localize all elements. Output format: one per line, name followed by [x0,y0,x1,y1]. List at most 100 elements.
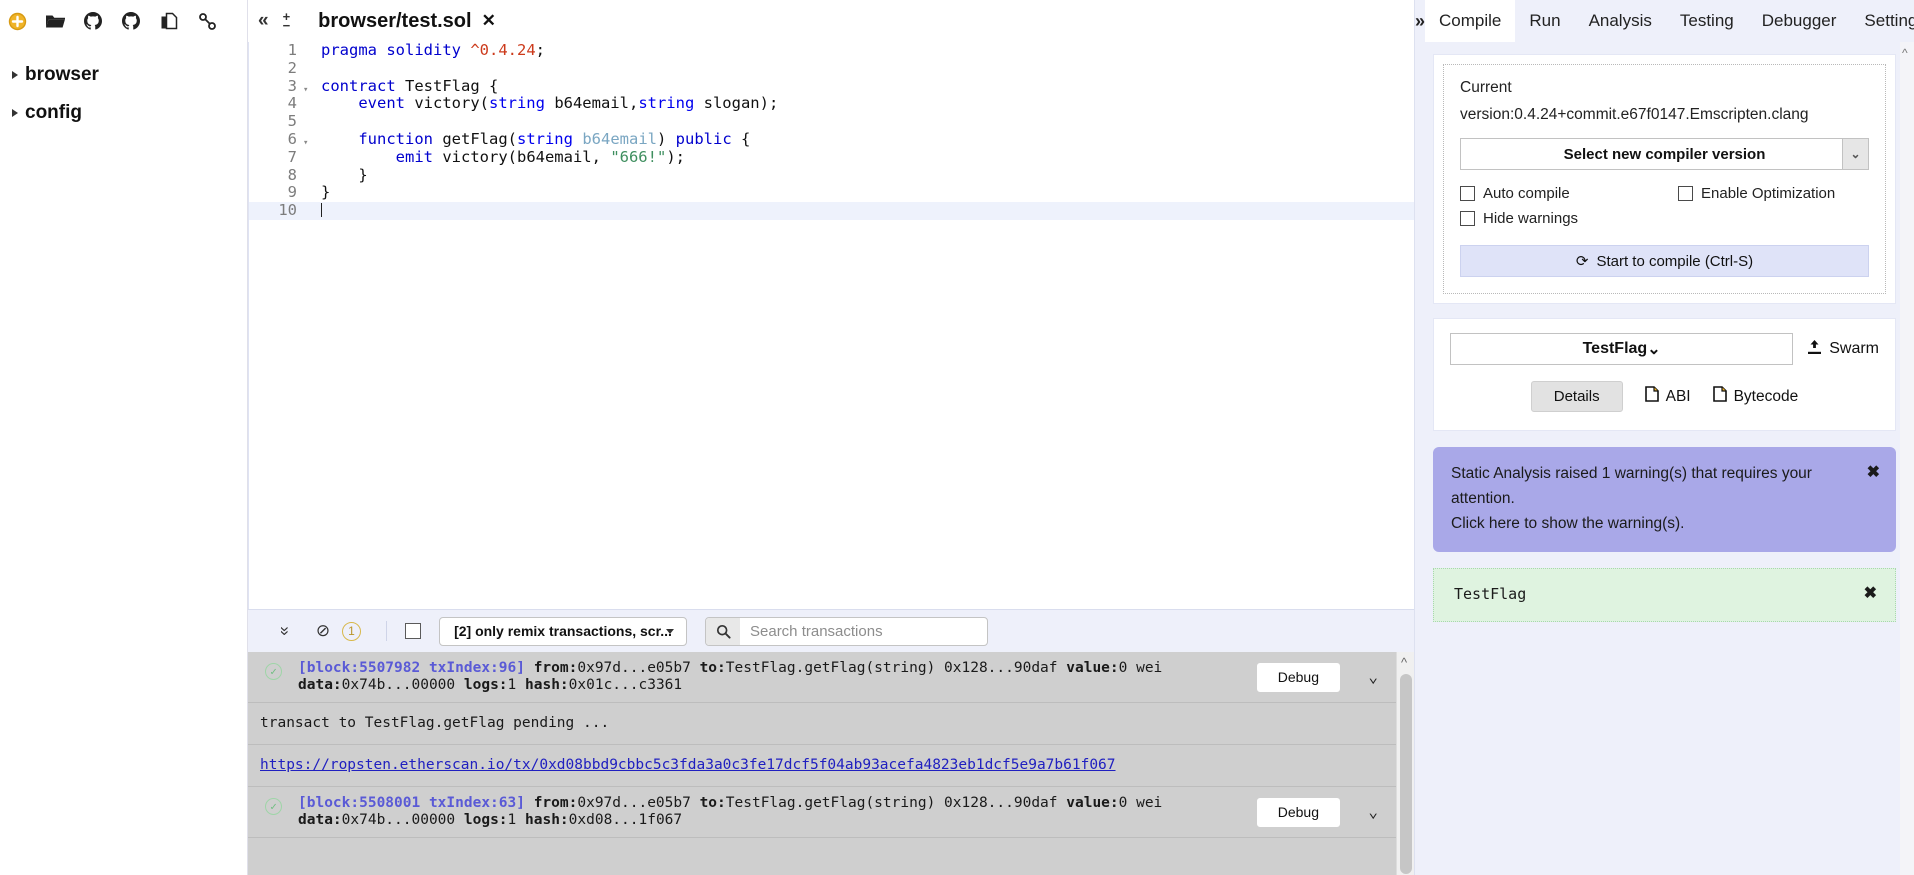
code-text: } [321,183,331,202]
hide-warnings-option[interactable]: Hide warnings [1460,210,1678,227]
document-icon [1712,386,1727,407]
code-line[interactable]: 8 } [249,165,1414,185]
search-transactions-box[interactable] [705,616,988,646]
terminal-scrollbar[interactable]: ^ [1396,652,1414,875]
upload-icon [1807,339,1822,360]
compile-success-banner[interactable]: TestFlag ✖ [1433,568,1896,622]
tab-debugger[interactable]: Debugger [1748,0,1851,42]
code-line[interactable]: 3 ▾ contract TestFlag { [249,77,1414,96]
add-file-icon[interactable] [6,10,28,32]
right-panel-scrollbar[interactable]: ^ [1900,42,1914,875]
open-folder-icon[interactable] [44,10,66,32]
transaction-explorer-link-row[interactable]: https://ropsten.etherscan.io/tx/0xd08bbd… [248,745,1414,787]
pending-transaction-count[interactable]: 1 [342,621,361,641]
tab-testing[interactable]: Testing [1666,0,1748,42]
code-line[interactable]: 2 [249,59,1414,78]
transaction-detail-line: data:0x74b...00000 logs:1 hash:0xd08...1… [298,812,683,828]
block-index-label: [block:5507982 txIndex:96] [298,660,534,676]
line-number: 7 [287,147,297,166]
fold-toggle-icon [303,202,315,220]
scrollbar-thumb[interactable] [1400,674,1412,874]
contract-card: TestFlag ⌄ Swarm Details ABI Bytecode [1433,318,1896,431]
file-tree-item-label: config [25,102,82,123]
terminal-clear-icon[interactable]: ⊘ [304,621,342,641]
transaction-filter-select[interactable]: [2] only remix transactions, scr... [439,616,687,646]
etherscan-link[interactable]: https://ropsten.etherscan.io/tx/0xd08bbd… [260,757,1116,773]
debug-button[interactable]: Debug [1256,798,1340,827]
search-transactions-input[interactable] [740,622,987,640]
fold-toggle-icon[interactable]: ▾ [303,78,315,96]
collapse-panel-icon[interactable]: « [258,10,269,32]
text-cursor [321,203,322,218]
scroll-up-icon[interactable]: ^ [1401,655,1407,670]
font-decrease-icon[interactable]: − [283,18,291,33]
chevron-down-icon[interactable]: ⌄ [1647,339,1660,359]
transaction-row[interactable]: ✓ [block:5507982 txIndex:96] from:0x97d..… [248,652,1414,703]
swarm-label: Swarm [1829,340,1879,357]
fold-toggle-icon [303,42,315,60]
code-text: } [321,165,368,184]
auto-compile-checkbox[interactable] [1460,186,1475,201]
font-size-control[interactable]: + − [283,10,291,33]
debug-button[interactable]: Debug [1256,663,1340,692]
expand-panel-icon[interactable]: » [1415,0,1425,42]
compile-options-row-1: Auto compile Enable Optimization [1460,185,1869,202]
code-line[interactable]: 6 ▾ function getFlag(string b64email) pub… [249,129,1414,149]
abi-label: ABI [1665,387,1691,405]
code-editor[interactable]: 1 pragma solidity ^0.4.24; 2 3 ▾ contract Tes… [248,42,1414,609]
copy-icon[interactable] [158,10,180,32]
fold-toggle-icon [303,184,315,202]
terminal-log[interactable]: remix ✓[block:5507982 txIndex:96] from:0… [248,652,1414,875]
line-number: 1 [287,42,297,59]
code-line[interactable]: 7 emit victory(b64email, "666!"); [249,147,1414,167]
search-icon [706,617,740,645]
line-number: 9 [287,183,297,202]
link-icon[interactable] [196,10,218,32]
publish-swarm-button[interactable]: Swarm [1807,339,1879,360]
chevron-down-icon[interactable]: ⌄ [1842,139,1868,169]
transaction-row[interactable]: ✓ [block:5508001 txIndex:63] from:0x97d..… [248,787,1414,838]
contract-select-dropdown[interactable]: TestFlag ⌄ [1450,333,1794,365]
file-tree-item-config[interactable]: config [8,94,247,132]
close-icon[interactable]: ✖ [1864,583,1877,603]
tab-settings[interactable]: Settings [1850,0,1914,42]
contract-actions: Details ABI Bytecode [1450,381,1879,412]
right-panel: » Compile Run Analysis Testing Debugger Setti… [1414,0,1914,875]
close-icon[interactable]: ✖ [1867,460,1880,485]
code-text: event victory(string b64email,string slo… [358,94,779,113]
enable-optimization-option[interactable]: Enable Optimization [1678,185,1835,202]
code-text: emit victory(b64email, "666!"); [395,147,685,166]
chevron-down-icon[interactable]: ⌄ [1368,803,1378,820]
code-line[interactable]: 10 [249,201,1414,220]
fold-toggle-icon [303,60,315,78]
code-line[interactable]: 4 event victory(string b64email,string s… [249,94,1414,113]
github-gist-icon[interactable] [120,10,142,32]
static-analysis-warning-banner[interactable]: Static Analysis raised 1 warning(s) that… [1433,447,1896,552]
file-tree-item-browser[interactable]: browser [8,56,247,94]
tab-analysis[interactable]: Analysis [1575,0,1666,42]
bytecode-button[interactable]: Bytecode [1712,386,1798,407]
editor-tab-browser-test-sol[interactable]: browser/test.sol ✕ [304,0,506,42]
start-compile-button[interactable]: ⟳ Start to compile (Ctrl-S) [1460,245,1869,277]
abi-button[interactable]: ABI [1644,386,1691,407]
chevron-down-icon[interactable]: ⌄ [1368,668,1378,685]
hide-warnings-checkbox[interactable] [1460,211,1475,226]
code-text: function getFlag(string b64email) public… [358,129,751,148]
terminal-collapse-icon[interactable]: » [275,612,295,650]
code-line[interactable]: 9} [249,183,1414,202]
tab-run[interactable]: Run [1515,0,1574,42]
tab-compile[interactable]: Compile [1425,0,1516,42]
contract-select-value: TestFlag [1582,340,1648,357]
tab-list: Compile Run Analysis Testing Debugger Setting… [1425,0,1914,42]
auto-compile-option[interactable]: Auto compile [1460,185,1678,202]
close-icon[interactable]: ✕ [482,11,496,31]
scroll-up-icon[interactable]: ^ [1902,46,1908,60]
code-line[interactable]: 1 pragma solidity ^0.4.24; [249,42,1414,60]
select-compiler-version-dropdown[interactable]: Select new compiler version ⌄ [1460,138,1869,170]
details-button[interactable]: Details [1530,381,1623,412]
github-publish-icon[interactable] [82,10,104,32]
enable-optimization-checkbox[interactable] [1678,186,1693,201]
listen-network-checkbox[interactable] [405,623,421,639]
fold-toggle-icon[interactable]: ▾ [303,131,315,149]
code-line[interactable]: 5 [249,112,1414,131]
